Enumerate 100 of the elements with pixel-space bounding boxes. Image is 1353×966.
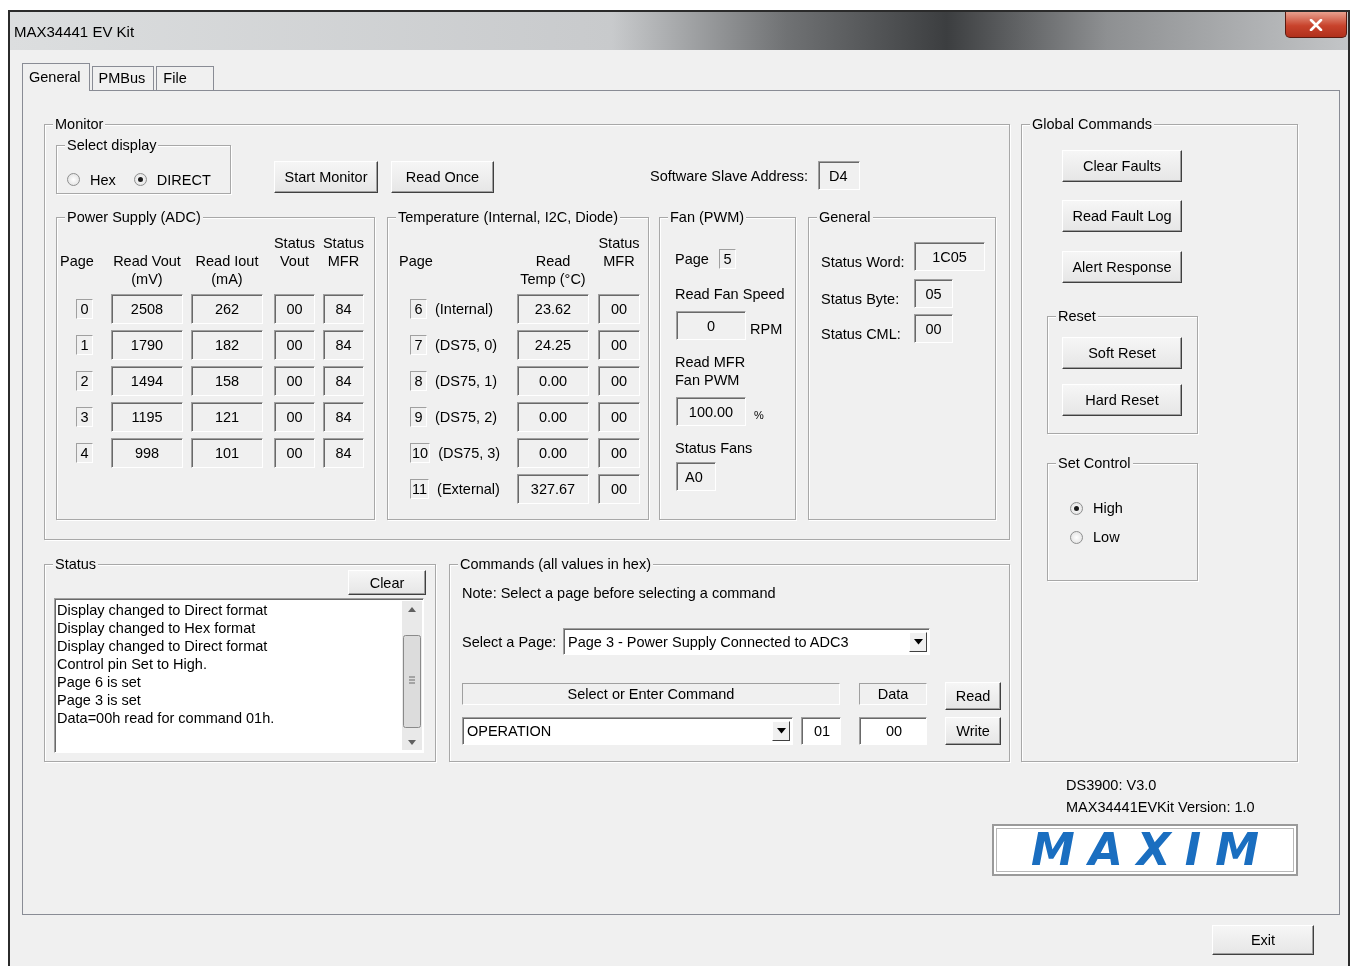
readout-field: A0 <box>676 462 716 491</box>
readout-field: 00 <box>598 330 640 360</box>
clear-button[interactable]: Clear <box>348 570 426 595</box>
group-title: Select display <box>65 136 159 154</box>
log-line: Display changed to Direct format <box>57 601 269 619</box>
readout-field: 158 <box>191 366 263 396</box>
command-button[interactable]: Clear Faults <box>1062 150 1182 182</box>
page-number: 2 <box>76 371 93 391</box>
field-label: Select a Page: <box>462 633 558 650</box>
field-label: Status Word: <box>821 254 906 270</box>
logo: MAXIM <box>992 824 1298 876</box>
readout-field: 327.67 <box>517 474 589 504</box>
scrollbar[interactable] <box>402 601 422 750</box>
radio-button[interactable] <box>133 173 147 186</box>
unit-label: RPM <box>750 320 783 337</box>
sensor-label: (Internal) <box>435 301 494 317</box>
column-header: Page <box>399 252 434 270</box>
command-button[interactable]: Read Fault Log <box>1062 200 1182 232</box>
read-once-button[interactable]: Read Once <box>391 161 494 193</box>
readout-field: 2508 <box>111 294 183 324</box>
field-label: Read MFR Fan PWM <box>675 353 747 389</box>
readout-field: 00 <box>598 438 640 468</box>
readout-field: 121 <box>191 402 263 432</box>
group-title: Fan (PWM) <box>668 208 747 226</box>
column-header: Status MFR <box>321 234 366 270</box>
column-header: Status Vout <box>272 234 317 270</box>
field-label: Status Byte: <box>821 291 901 307</box>
page-number: 0 <box>76 299 93 319</box>
readout-field: 84 <box>323 366 364 396</box>
radio-button[interactable] <box>67 173 80 186</box>
page-number: 5 <box>719 249 736 269</box>
readout-field: 00 <box>274 294 315 324</box>
radio-label[interactable]: DIRECT <box>156 171 211 188</box>
reset-button[interactable]: Soft Reset <box>1062 337 1182 369</box>
log-line: Page 3 is set <box>57 691 142 709</box>
readout-field: 05 <box>914 279 953 308</box>
unit-label: % <box>754 408 764 421</box>
code-field[interactable]: 01 <box>801 717 841 745</box>
reset-button[interactable]: Hard Reset <box>1062 384 1182 416</box>
readout-field: 00 <box>274 438 315 468</box>
exit-button[interactable]: Exit <box>1212 925 1314 955</box>
page-select[interactable]: Page 3 - Power Supply Connected to ADC3 <box>563 628 930 655</box>
readout-field: 182 <box>191 330 263 360</box>
readout-field: 0.00 <box>517 438 589 468</box>
readout-field: 1790 <box>111 330 183 360</box>
address-field: D4 <box>818 161 860 190</box>
column-header: Select or Enter Command <box>462 683 840 705</box>
radio-label[interactable]: Low <box>1093 529 1120 545</box>
radio-label[interactable]: Hex <box>90 171 116 188</box>
tab[interactable]: File <box>156 66 215 90</box>
readout-field: 00 <box>598 474 640 504</box>
group-title: Temperature (Internal, I2C, Diode) <box>396 208 620 226</box>
radio-button[interactable] <box>1070 501 1083 515</box>
radio-label[interactable]: High <box>1093 500 1123 516</box>
field-label: Page <box>675 251 710 267</box>
caret-icon <box>913 638 923 645</box>
version-text: DS3900: V3.0 <box>1066 776 1158 795</box>
log-line: Display changed to Hex format <box>57 619 257 637</box>
readout-field: 1C05 <box>914 242 985 271</box>
column-header: Read Iout (mA) <box>194 252 260 288</box>
readout-field: 24.25 <box>517 330 589 360</box>
sensor-label: (DS75, 3) <box>438 445 501 461</box>
read-button[interactable]: Read <box>945 682 1001 710</box>
data-field[interactable]: 00 <box>859 717 927 745</box>
page-number: 11 <box>410 479 430 499</box>
dropdown-button[interactable] <box>909 631 927 652</box>
sensor-label: (DS75, 0) <box>435 337 498 353</box>
readout-field: 84 <box>323 438 364 468</box>
log-line: Page 6 is set <box>57 673 142 691</box>
readout-field: 84 <box>323 330 364 360</box>
readout-field: 100.00 <box>676 397 746 426</box>
version-text: MAX34441EVKit Version: 1.0 <box>1066 798 1256 817</box>
tab[interactable]: PMBus <box>91 66 155 90</box>
start-monitor-button[interactable]: Start Monitor <box>274 161 378 193</box>
page-number: 3 <box>76 407 93 427</box>
field-label: Status Fans <box>675 439 754 457</box>
column-header: Data <box>859 683 927 705</box>
radio-button[interactable] <box>1070 530 1083 544</box>
command-button[interactable]: Alert Response <box>1062 251 1182 283</box>
readout-field: 00 <box>598 402 640 432</box>
group-title: Power Supply (ADC) <box>65 208 203 226</box>
command-select[interactable]: OPERATION <box>462 717 793 745</box>
readout-field: 0.00 <box>517 402 589 432</box>
close-button[interactable] <box>1285 12 1347 38</box>
write-button[interactable]: Write <box>945 717 1001 745</box>
readout-field: 00 <box>598 366 640 396</box>
readout-field: 00 <box>274 330 315 360</box>
dropdown-button[interactable] <box>772 721 790 741</box>
page-number: 9 <box>410 407 427 427</box>
readout-field: 00 <box>274 402 315 432</box>
tab[interactable]: General <box>22 63 90 91</box>
column-header: Page <box>60 252 95 270</box>
readout-field: 0 <box>676 311 746 340</box>
readout-field: 00 <box>598 294 640 324</box>
group-title: Commands (all values in hex) <box>458 555 653 573</box>
log-line: Control pin Set to High. <box>57 655 208 673</box>
readout-field: 1494 <box>111 366 183 396</box>
window-title: MAX34441 EV Kit <box>14 22 135 40</box>
readout-field: 84 <box>323 402 364 432</box>
log-line: Data=00h read for command 01h. <box>57 709 276 727</box>
